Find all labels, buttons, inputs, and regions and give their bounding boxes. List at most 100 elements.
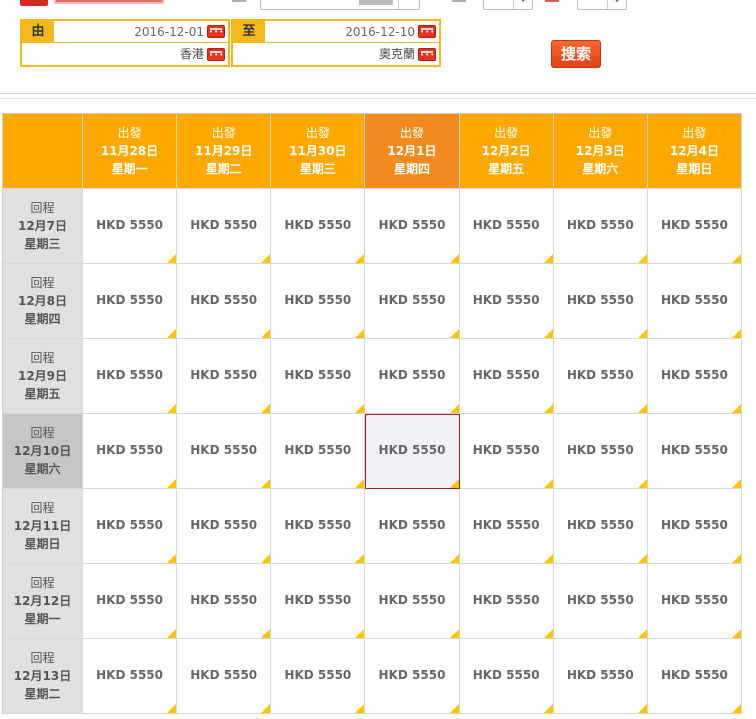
fare-cell[interactable]: HKD 5550 xyxy=(177,339,272,414)
return-date-header[interactable]: 回程 12月9日 星期五 xyxy=(3,339,83,414)
departure-date-header[interactable]: 出發 11月30日 星期三 xyxy=(271,114,366,189)
return-date-header[interactable]: 回程 12月11日 星期日 xyxy=(3,489,83,564)
fare-cell[interactable]: HKD 5550 xyxy=(647,414,742,489)
fare-cell[interactable]: HKD 5550 xyxy=(553,264,648,339)
fare-cell[interactable]: HKD 5550 xyxy=(459,339,554,414)
corner-flag-icon xyxy=(167,704,177,713)
fare-price: HKD 5550 xyxy=(660,518,728,532)
fare-cell[interactable]: HKD 5550 xyxy=(177,189,272,264)
return-weekday: 星期五 xyxy=(24,387,61,401)
departure-date-header[interactable]: 出發 12月1日 星期四 xyxy=(365,114,460,189)
fare-cell[interactable]: HKD 5550 xyxy=(647,189,742,264)
return-label: 回程 xyxy=(30,651,55,665)
fare-cell[interactable]: HKD 5550 xyxy=(83,489,178,564)
fare-cell[interactable]: HKD 5550 xyxy=(459,189,554,264)
fare-cell[interactable]: HKD 5550 xyxy=(365,489,460,564)
fare-cell[interactable]: HKD 5550 xyxy=(177,489,272,564)
fare-cell[interactable]: HKD 5550 xyxy=(459,414,554,489)
depart-date-field[interactable]: 2016-12-01 xyxy=(54,21,228,43)
return-date: 12月7日 xyxy=(17,219,68,233)
fare-cell[interactable]: HKD 5550 xyxy=(365,639,460,714)
city-picker-icon[interactable] xyxy=(418,48,436,61)
fare-cell[interactable]: HKD 5550 xyxy=(83,639,178,714)
trip-type-tab[interactable] xyxy=(20,0,48,6)
fare-cell[interactable]: HKD 5550 xyxy=(177,264,272,339)
fare-cell[interactable]: HKD 5550 xyxy=(459,264,554,339)
corner-flag-icon xyxy=(543,629,553,638)
fare-price: HKD 5550 xyxy=(190,218,258,232)
fare-cell[interactable]: HKD 5550 xyxy=(553,564,648,639)
fare-cell[interactable]: HKD 5550 xyxy=(647,639,742,714)
city-picker-icon[interactable] xyxy=(207,48,225,61)
fare-cell[interactable]: HKD 5550 xyxy=(177,639,272,714)
calendar-icon[interactable] xyxy=(418,25,436,38)
fare-cell[interactable]: HKD 5550 xyxy=(553,414,648,489)
return-date-header[interactable]: 回程 12月12日 星期一 xyxy=(3,564,83,639)
return-weekday: 星期三 xyxy=(24,237,61,251)
fare-cell[interactable]: HKD 5550 xyxy=(83,264,178,339)
fare-cell[interactable]: HKD 5550 xyxy=(177,414,272,489)
fare-cell[interactable]: HKD 5550 xyxy=(83,414,178,489)
origin-city-field[interactable]: 香港 xyxy=(22,44,228,65)
return-label: 回程 xyxy=(30,201,55,215)
fare-cell[interactable]: HKD 5550 xyxy=(553,489,648,564)
corner-flag-icon xyxy=(637,704,647,713)
fare-cell[interactable]: HKD 5550 xyxy=(553,189,648,264)
fare-cell[interactable]: HKD 5550 xyxy=(271,639,366,714)
fare-cell[interactable]: HKD 5550 xyxy=(647,339,742,414)
fare-cell[interactable]: HKD 5550 xyxy=(83,189,178,264)
chevron-down-icon xyxy=(398,0,419,9)
departure-date-header[interactable]: 出發 12月3日 星期六 xyxy=(553,114,648,189)
fare-cell[interactable]: HKD 5550 xyxy=(647,489,742,564)
destination-city-field[interactable]: 奧克蘭 xyxy=(233,44,439,65)
outbound-label: 出發 xyxy=(305,126,330,140)
fare-cell[interactable]: HKD 5550 xyxy=(271,189,366,264)
return-date-header[interactable]: 回程 12月13日 星期二 xyxy=(3,639,83,714)
fare-cell[interactable]: HKD 5550 xyxy=(177,564,272,639)
fare-cell[interactable]: HKD 5550 xyxy=(365,339,460,414)
departure-date-header[interactable]: 出發 12月2日 星期五 xyxy=(459,114,554,189)
fare-cell[interactable]: HKD 5550 xyxy=(83,339,178,414)
fare-price: HKD 5550 xyxy=(660,593,728,607)
return-date-header[interactable]: 回程 12月10日 星期六 xyxy=(3,414,83,489)
departure-date-header[interactable]: 出發 11月29日 星期二 xyxy=(177,114,272,189)
fare-cell[interactable]: HKD 5550 xyxy=(271,564,366,639)
fare-cell[interactable]: HKD 5550 xyxy=(647,564,742,639)
fare-price: HKD 5550 xyxy=(472,368,540,382)
search-button[interactable]: 搜索 xyxy=(551,40,601,68)
calendar-icon[interactable] xyxy=(207,25,225,38)
fare-cell[interactable]: HKD 5550 xyxy=(553,639,648,714)
fare-cell[interactable]: HKD 5550 xyxy=(365,414,460,489)
departure-weekday: 星期五 xyxy=(488,162,525,176)
fare-cell[interactable]: HKD 5550 xyxy=(553,339,648,414)
fare-cell[interactable]: HKD 5550 xyxy=(271,489,366,564)
fare-price: HKD 5550 xyxy=(566,368,634,382)
children-select[interactable] xyxy=(577,0,627,10)
fare-cell[interactable]: HKD 5550 xyxy=(271,414,366,489)
divider xyxy=(0,93,756,94)
fare-cell[interactable]: HKD 5550 xyxy=(459,639,554,714)
fare-cell[interactable]: HKD 5550 xyxy=(365,564,460,639)
departure-date: 12月4日 xyxy=(669,144,719,158)
departure-date-header[interactable]: 出發 12月4日 星期日 xyxy=(647,114,742,189)
return-date-header[interactable]: 回程 12月7日星期三 xyxy=(3,189,83,264)
fare-price: HKD 5550 xyxy=(378,593,446,607)
fare-price: HKD 5550 xyxy=(190,293,258,307)
return-date-field[interactable]: 2016-12-10 xyxy=(265,21,439,43)
fare-cell[interactable]: HKD 5550 xyxy=(365,189,460,264)
fare-cell[interactable]: HKD 5550 xyxy=(271,264,366,339)
cabin-class-select[interactable] xyxy=(260,0,420,10)
departure-date-header[interactable]: 出發 11月28日 星期一 xyxy=(83,114,178,189)
fare-cell[interactable]: HKD 5550 xyxy=(459,564,554,639)
corner-flag-icon xyxy=(449,254,459,263)
fare-cell[interactable]: HKD 5550 xyxy=(83,564,178,639)
adults-select[interactable] xyxy=(483,0,533,10)
fare-cell[interactable]: HKD 5550 xyxy=(459,489,554,564)
corner-flag-icon xyxy=(167,554,177,563)
fare-cell[interactable]: HKD 5550 xyxy=(271,339,366,414)
fare-price: HKD 5550 xyxy=(96,518,164,532)
fare-cell[interactable]: HKD 5550 xyxy=(365,264,460,339)
fare-cell[interactable]: HKD 5550 xyxy=(647,264,742,339)
return-date-header[interactable]: 回程 12月8日 星期四 xyxy=(3,264,83,339)
fare-price: HKD 5550 xyxy=(660,443,728,457)
